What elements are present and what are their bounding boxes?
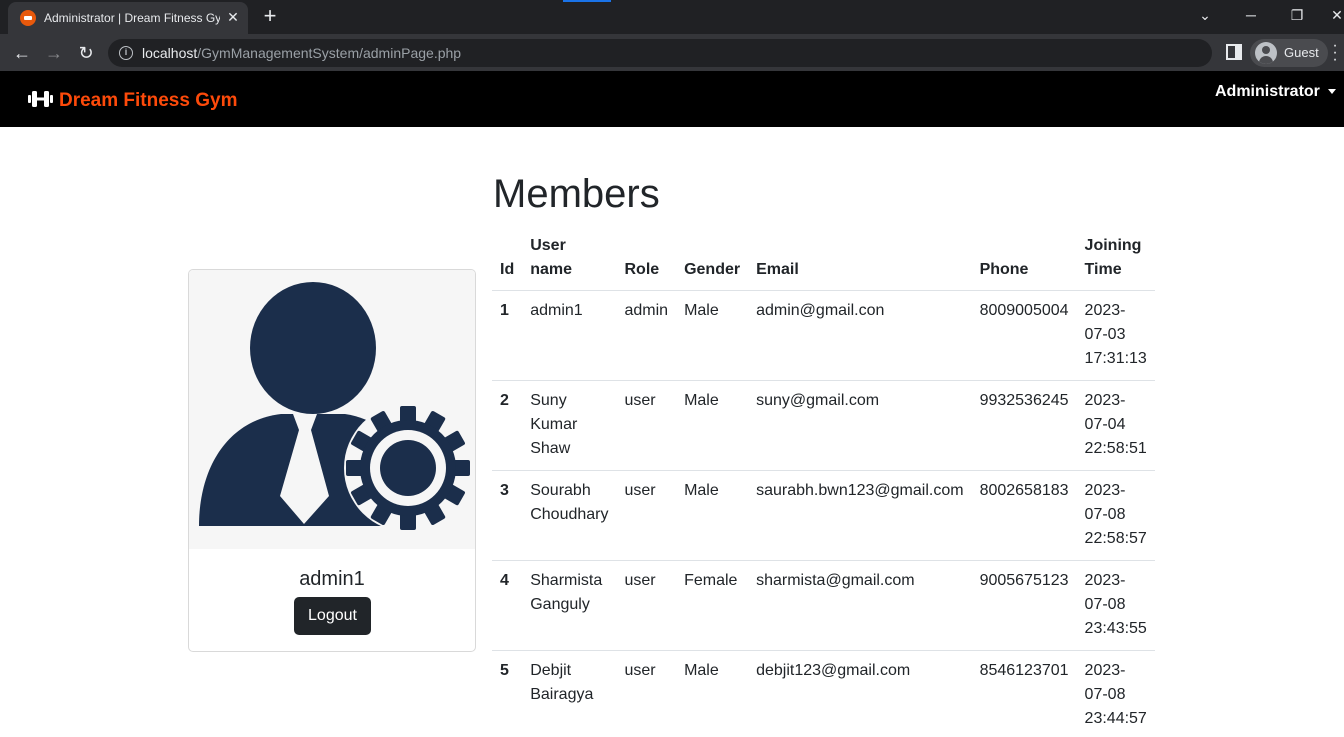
- cell-username: Sharmista Ganguly: [522, 560, 617, 651]
- column-header-joining-time: Joining Time: [1076, 234, 1155, 291]
- back-icon[interactable]: ←: [9, 40, 35, 66]
- logout-button[interactable]: Logout: [294, 597, 371, 635]
- cell-gender: Male: [676, 650, 749, 737]
- reload-icon[interactable]: ↻: [73, 40, 99, 66]
- side-panel-icon[interactable]: [1226, 44, 1242, 60]
- cell-phone: 8002658183: [971, 470, 1077, 561]
- tab-title: Administrator | Dream Fitness Gym: [44, 11, 220, 25]
- cell-username: Debjit Bairagya: [522, 650, 617, 737]
- close-window-icon[interactable]: ✕: [1322, 4, 1344, 26]
- favicon-icon: [20, 10, 36, 26]
- column-header-id: Id: [492, 234, 523, 291]
- cell-email: suny@gmail.com: [748, 380, 972, 471]
- table-row: 4 Sharmista Ganguly user Female sharmist…: [492, 560, 1155, 651]
- browser-toolbar: ← → ↻ i localhost/GymManagementSystem/ad…: [0, 34, 1344, 71]
- cell-role: admin: [616, 290, 677, 381]
- cell-username: admin1: [522, 290, 617, 381]
- profile-button[interactable]: Guest: [1250, 39, 1328, 67]
- cell-gender: Male: [676, 290, 749, 381]
- cell-joining-time: 2023-07-08 23:43:55: [1076, 560, 1155, 651]
- cell-joining-time: 2023-07-03 17:31:13: [1076, 290, 1155, 381]
- cell-username: Suny Kumar Shaw: [522, 380, 617, 471]
- cell-email: saurabh.bwn123@gmail.com: [748, 470, 972, 561]
- tab-search-icon[interactable]: ⌄: [1190, 4, 1220, 26]
- table-header-row: Id User name Role Gender Email Phone Joi…: [492, 234, 1155, 291]
- cell-id: 4: [492, 560, 523, 651]
- cell-id: 2: [492, 380, 523, 471]
- profile-image: [189, 270, 475, 549]
- admin-user-gear-icon: [199, 282, 472, 532]
- url-path: /GymManagementSystem/adminPage.php: [197, 45, 462, 61]
- cell-joining-time: 2023-07-04 22:58:51: [1076, 380, 1155, 471]
- new-tab-icon[interactable]: +: [258, 4, 282, 28]
- profile-label: Guest: [1284, 45, 1319, 60]
- column-header-role: Role: [616, 234, 677, 291]
- guest-avatar-icon: [1255, 42, 1277, 64]
- forward-icon[interactable]: →: [41, 40, 67, 66]
- chevron-down-icon[interactable]: [1328, 89, 1336, 94]
- cell-joining-time: 2023-07-08 22:58:57: [1076, 470, 1155, 561]
- column-header-phone: Phone: [971, 234, 1077, 291]
- browser-tab-bar: Administrator | Dream Fitness Gym ✕ + ⌄ …: [0, 0, 1344, 34]
- cell-role: user: [616, 650, 677, 737]
- cell-username: Sourabh Choudhary: [522, 470, 617, 561]
- cell-email: admin@gmail.con: [748, 290, 972, 381]
- column-header-email: Email: [748, 234, 972, 291]
- address-bar[interactable]: i localhost/GymManagementSystem/adminPag…: [108, 39, 1212, 67]
- cell-phone: 8009005004: [971, 290, 1077, 381]
- site-info-icon[interactable]: i: [119, 46, 133, 60]
- cell-gender: Male: [676, 470, 749, 561]
- close-tab-icon[interactable]: ✕: [224, 8, 242, 26]
- cell-gender: Female: [676, 560, 749, 651]
- minimize-icon[interactable]: ─: [1236, 4, 1266, 26]
- browser-tab[interactable]: Administrator | Dream Fitness Gym ✕: [8, 2, 248, 34]
- dumbbell-icon: [28, 91, 53, 107]
- cell-joining-time: 2023-07-08 23:44:57: [1076, 650, 1155, 737]
- restore-icon[interactable]: ❐: [1282, 4, 1312, 26]
- administrator-dropdown[interactable]: Administrator: [1215, 83, 1320, 101]
- column-header-username: User name: [522, 234, 617, 291]
- cell-id: 3: [492, 470, 523, 561]
- url-text[interactable]: localhost/GymManagementSystem/adminPage.…: [142, 45, 461, 61]
- cell-email: sharmista@gmail.com: [748, 560, 972, 651]
- brand-link[interactable]: Dream Fitness Gym: [59, 90, 237, 112]
- cell-role: user: [616, 380, 677, 471]
- cell-phone: 9932536245: [971, 380, 1077, 471]
- cell-role: user: [616, 470, 677, 561]
- cell-id: 5: [492, 650, 523, 737]
- browser-menu-icon[interactable]: · · ·: [1332, 38, 1338, 68]
- table-row: 2 Suny Kumar Shaw user Male suny@gmail.c…: [492, 380, 1155, 471]
- tab-strip-accent: [563, 0, 611, 2]
- site-navbar: Dream Fitness Gym Administrator: [0, 71, 1344, 127]
- cell-phone: 9005675123: [971, 560, 1077, 651]
- cell-role: user: [616, 560, 677, 651]
- members-table: Id User name Role Gender Email Phone Joi…: [492, 234, 1155, 737]
- profile-card: admin1 Logout: [188, 269, 476, 652]
- page-title: Members: [493, 172, 660, 216]
- cell-id: 1: [492, 290, 523, 381]
- cell-phone: 8546123701: [971, 650, 1077, 737]
- table-row: 5 Debjit Bairagya user Male debjit123@gm…: [492, 650, 1155, 737]
- cell-email: debjit123@gmail.com: [748, 650, 972, 737]
- table-row: 3 Sourabh Choudhary user Male saurabh.bw…: [492, 470, 1155, 561]
- table-row: 1 admin1 admin Male admin@gmail.con 8009…: [492, 290, 1155, 381]
- column-header-gender: Gender: [676, 234, 749, 291]
- url-host: localhost: [142, 45, 198, 61]
- profile-username: admin1: [299, 568, 365, 590]
- cell-gender: Male: [676, 380, 749, 471]
